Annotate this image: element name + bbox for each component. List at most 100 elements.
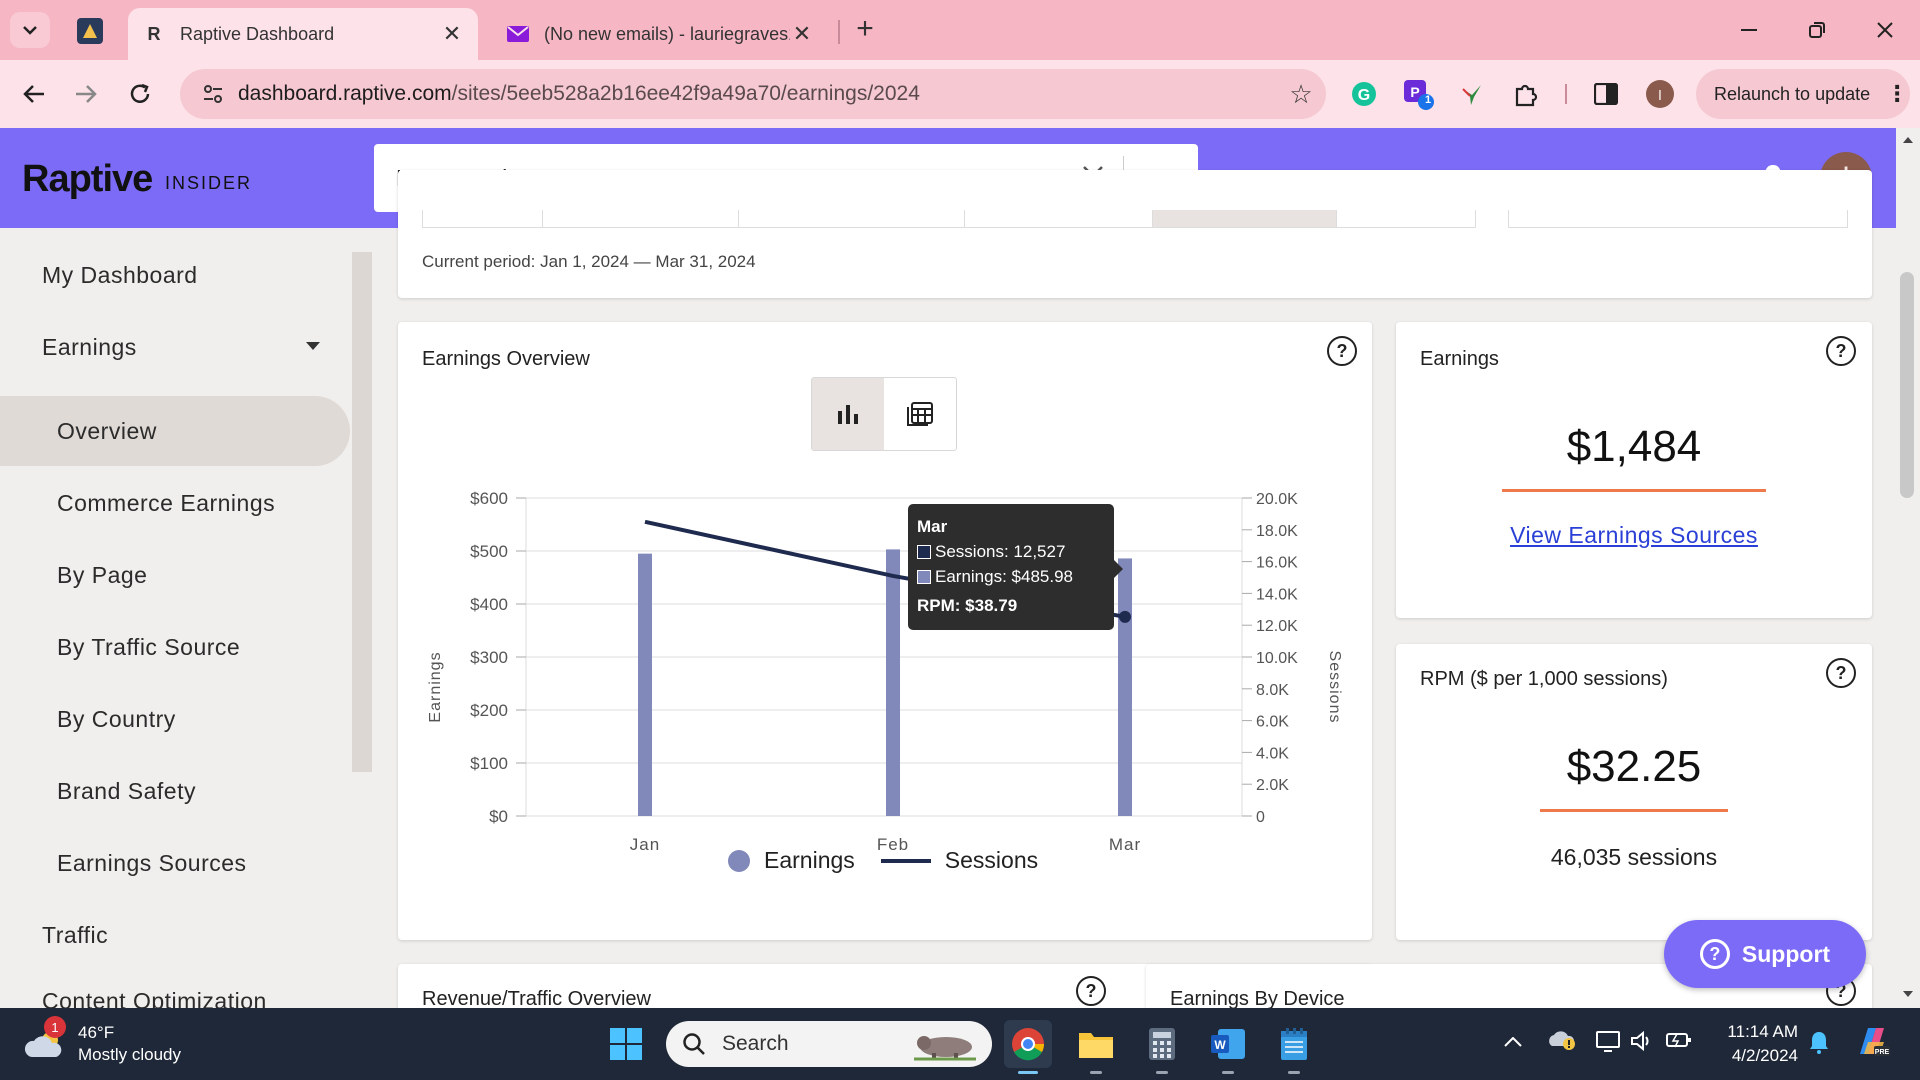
weather-widget[interactable]: 1 46°F Mostly cloudy [24, 1016, 181, 1066]
close-tab-icon[interactable]: ✕ [790, 21, 814, 47]
sidebar-item-overview[interactable]: Overview [0, 396, 350, 466]
relaunch-button[interactable]: Relaunch to update ⋮ [1696, 69, 1910, 119]
earnings-swatch [917, 569, 931, 584]
new-tab-button[interactable]: + [850, 14, 880, 48]
earnings-total-value: $1,484 [1566, 422, 1702, 471]
sidebar-item-earnings-sources[interactable]: Earnings Sources [0, 828, 350, 898]
sidebar-item-by-country[interactable]: By Country [0, 684, 350, 754]
search-placeholder: Search [722, 1032, 789, 1055]
taskbar-word[interactable]: W [1204, 1020, 1252, 1074]
sidebar-scrollbar[interactable] [352, 252, 372, 772]
sidebar-item-traffic[interactable]: Traffic [0, 900, 350, 970]
relaunch-label: Relaunch to update [1714, 83, 1871, 104]
scroll-down-icon[interactable] [1902, 990, 1914, 998]
sidebar-item-by-traffic-source[interactable]: By Traffic Source [0, 612, 350, 682]
back-button[interactable] [14, 74, 54, 114]
profile-avatar-icon[interactable]: I [1642, 76, 1678, 112]
close-window-button[interactable] [1860, 10, 1910, 50]
earnings-bar [1118, 558, 1132, 816]
earnings-chart[interactable]: $0 $100 $200 $300 $400 $500 $600 0 2.0K 4.0K 6.0K 8… [398, 452, 1372, 902]
sidebar-item-earnings[interactable]: Earnings [0, 312, 350, 382]
taskbar-search[interactable]: Search [666, 1021, 992, 1067]
running-indicator [1156, 1071, 1168, 1074]
taskbar-calculator[interactable] [1138, 1020, 1186, 1074]
extensions-puzzle-icon[interactable] [1508, 76, 1544, 112]
tab-search-button[interactable] [10, 12, 50, 48]
svg-text:G: G [1358, 87, 1370, 104]
y-tick-label: $300 [470, 648, 508, 667]
close-tab-icon[interactable]: ✕ [440, 21, 464, 47]
legend-sessions-label[interactable]: Sessions [945, 847, 1038, 874]
table-view-button[interactable] [884, 378, 956, 450]
sidebar-item-commerce-earnings[interactable]: Commerce Earnings [0, 468, 350, 538]
reload-button[interactable] [120, 74, 160, 114]
volume-icon[interactable] [1630, 1030, 1654, 1058]
bar-chart-view-button[interactable] [812, 378, 884, 450]
extension-p-icon[interactable]: P 1 [1400, 76, 1436, 112]
raptive-logo[interactable]: Raptive [22, 158, 153, 201]
y2-tick-label: 2.0K [1256, 777, 1289, 794]
earnings-by-device-title: Earnings By Device [1170, 988, 1345, 1008]
y-tick-label: $0 [489, 807, 508, 826]
active-indicator [1018, 1071, 1038, 1074]
forward-button[interactable] [66, 74, 106, 114]
help-icon[interactable]: ? [1327, 336, 1357, 366]
y2-tick-label: 20.0K [1256, 491, 1298, 508]
grammarly-extension-icon[interactable]: G [1346, 76, 1382, 112]
scrollbar-thumb[interactable] [1900, 272, 1914, 498]
url-text: dashboard.raptive.com/sites/5eeb528a2b16… [238, 82, 1276, 106]
sidebar-item-label: Earnings [42, 333, 137, 360]
legend-earnings-label[interactable]: Earnings [764, 847, 855, 874]
word-icon: W [1211, 1029, 1245, 1059]
minimize-button[interactable] [1724, 10, 1774, 50]
support-button[interactable]: ? Support [1664, 920, 1866, 988]
logo-subtitle: INSIDER [165, 173, 253, 193]
help-icon[interactable]: ? [1826, 658, 1856, 688]
pinned-tab[interactable] [70, 14, 110, 48]
restore-button[interactable] [1792, 10, 1842, 50]
scroll-up-icon[interactable] [1902, 136, 1914, 144]
copilot-icon[interactable]: PRE [1854, 1024, 1890, 1064]
side-panel-icon[interactable] [1588, 76, 1624, 112]
help-icon[interactable]: ? [1076, 976, 1106, 1006]
taskbar-notepad[interactable] [1270, 1020, 1318, 1074]
y2-tick-label: 10.0K [1256, 650, 1298, 667]
notepad-icon [1281, 1028, 1307, 1060]
site-info-icon[interactable] [188, 84, 238, 104]
sidebar-item-content-optimization[interactable]: Content Optimization [0, 970, 350, 1008]
view-earnings-sources-link[interactable]: View Earnings Sources [1396, 522, 1872, 549]
notification-bell-icon[interactable] [1808, 1030, 1830, 1060]
chart-legend: Earnings Sessions [728, 847, 1038, 874]
battery-icon[interactable] [1666, 1030, 1692, 1056]
help-icon[interactable]: ? [1826, 336, 1856, 366]
address-bar[interactable]: dashboard.raptive.com/sites/5eeb528a2b16… [180, 69, 1326, 119]
restore-icon [1809, 22, 1825, 38]
tab-raptive-dashboard[interactable]: R Raptive Dashboard ✕ [128, 8, 478, 60]
tray-overflow-icon[interactable] [1504, 1030, 1522, 1053]
bookmark-star-icon[interactable]: ☆ [1276, 79, 1326, 110]
start-button[interactable] [602, 1020, 650, 1068]
taskbar-file-explorer[interactable] [1072, 1020, 1120, 1074]
hummingbird-extension-icon[interactable] [1454, 76, 1490, 112]
sidebar-item-by-page[interactable]: By Page [0, 540, 350, 610]
tab-email[interactable]: (No new emails) - lauriegraves1 ✕ [492, 8, 828, 60]
taskbar-clock[interactable]: 11:14 AM 4/2/2024 [1704, 1020, 1798, 1068]
sidebar-item-my-dashboard[interactable]: My Dashboard [0, 240, 350, 310]
earnings-total-card: Earnings ? $1,484 View Earnings Sources [1396, 322, 1872, 618]
sidebar-item-brand-safety[interactable]: Brand Safety [0, 756, 350, 826]
onedrive-icon[interactable] [1548, 1028, 1576, 1056]
period-tabs[interactable] [422, 210, 1476, 228]
rpm-card: RPM ($ per 1,000 sessions) ? $32.25 46,0… [1396, 644, 1872, 940]
bar-chart-icon [838, 405, 858, 424]
page-scrollbar[interactable] [1896, 128, 1920, 1006]
sidebar-item-label: By Traffic Source [57, 633, 241, 660]
tab-title: Raptive Dashboard [180, 23, 335, 44]
network-icon[interactable] [1596, 1030, 1622, 1058]
browser-tab-bar: R Raptive Dashboard ✕ (No new emails) - … [0, 0, 1920, 60]
taskbar-chrome[interactable] [1004, 1020, 1052, 1074]
earnings-bar [886, 549, 900, 816]
weather-text: 46°F Mostly cloudy [78, 1022, 181, 1066]
more-menu-icon[interactable]: ⋮ [1886, 81, 1908, 107]
weather-temp: 46°F [78, 1023, 115, 1042]
chart-view-toggle[interactable] [811, 377, 957, 451]
